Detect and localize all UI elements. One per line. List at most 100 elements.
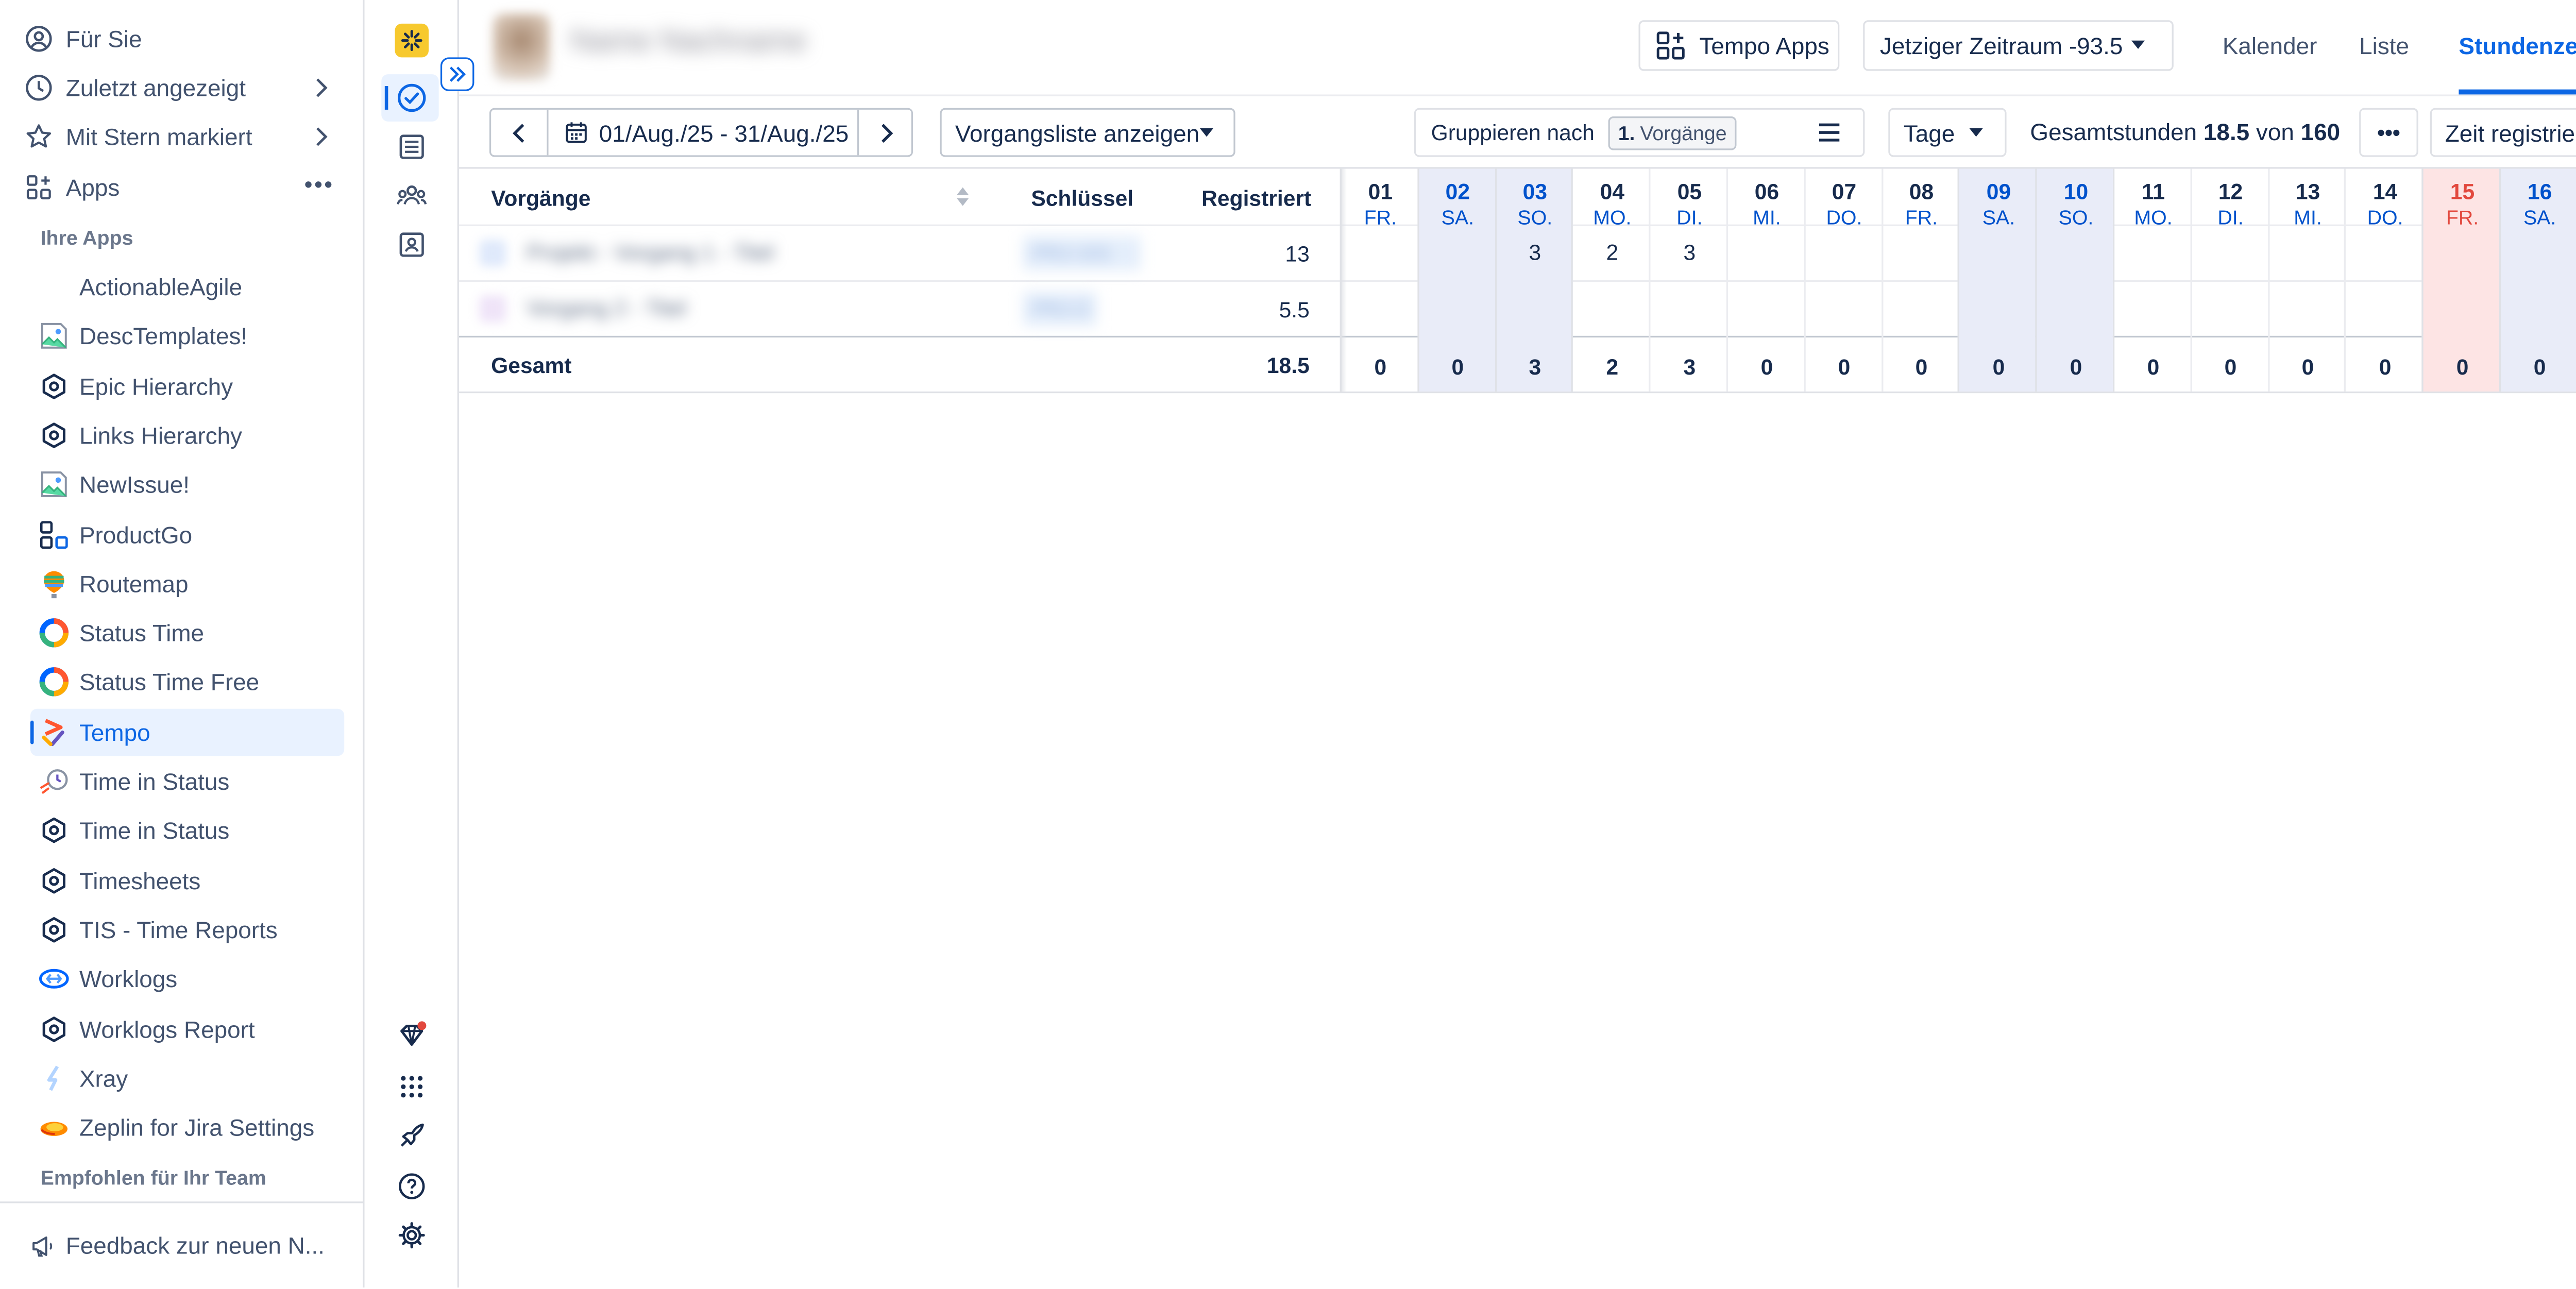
rocket-icon[interactable] (395, 1119, 429, 1153)
prev-period-button[interactable] (491, 109, 549, 156)
your-apps-heading: Ihre Apps (40, 226, 133, 250)
hexagon-icon (39, 865, 69, 895)
tab-list[interactable]: Liste (2359, 32, 2409, 59)
app-item[interactable]: Time in Status (30, 807, 344, 855)
table-row[interactable]: Vorgang 2 - Titel PRJ-2 5.5 (459, 282, 1343, 336)
period-dropdown[interactable]: Jetziger Zeitraum -93.5 (1863, 20, 2174, 71)
double-chevron-right-icon (447, 64, 467, 84)
issue-summary[interactable]: Vorgang 2 - Titel (527, 295, 686, 320)
issue-icon (479, 240, 506, 267)
app-item-label: ProductGo (79, 520, 193, 548)
app-item[interactable]: ActionableAgile (30, 263, 344, 311)
nav-apps[interactable]: Apps ••• (17, 164, 344, 211)
app-item[interactable]: Zeplin for Jira Settings (30, 1104, 344, 1151)
col-header-issues[interactable]: Vorgänge (491, 185, 590, 211)
day-name: FR. (2446, 206, 2479, 230)
app-item-label: ActionableAgile (79, 273, 243, 301)
tab-calendar[interactable]: Kalender (2223, 32, 2317, 59)
app-item[interactable]: DescTemplates! (30, 313, 344, 360)
day-total-value: 0 (2533, 354, 2546, 380)
app-item[interactable]: Routemap (30, 560, 344, 607)
day-column: 10 SO. 0 (2035, 168, 2113, 392)
app-switcher-icon[interactable] (395, 1070, 429, 1104)
total-hours-value: 18.5 (2203, 118, 2250, 145)
col-header-key[interactable]: Schlüssel (1031, 185, 1133, 211)
col-header-registered[interactable]: Registriert (1201, 185, 1311, 211)
view-select[interactable]: Vorgangsliste anzeigen (940, 108, 1235, 157)
app-item[interactable]: Epic Hierarchy (30, 362, 344, 410)
gem-icon[interactable] (395, 1019, 429, 1053)
group-by-control[interactable]: Gruppieren nach 1. Vorgänge (1414, 108, 1865, 157)
day-cell-value[interactable]: 3 (1496, 240, 1574, 265)
group-by-chip[interactable]: 1. Vorgänge (1608, 115, 1737, 149)
day-total-value: 0 (1992, 354, 2005, 380)
chevron-right-icon[interactable] (311, 76, 331, 99)
nav-starred[interactable]: Mit Stern markiert (17, 113, 344, 160)
day-number: 11 (2142, 179, 2165, 205)
issue-summary[interactable]: Projekt - Vorgang 1 - Titel (527, 240, 774, 265)
nav-for-you[interactable]: Für Sie (17, 15, 344, 62)
tempo-logo-icon[interactable] (395, 23, 429, 58)
app-item[interactable]: Links Hierarchy (30, 412, 344, 459)
day-column: 13 MI. 0 (2267, 168, 2345, 392)
day-cell-value[interactable]: 3 (1651, 240, 1728, 265)
help-icon[interactable] (395, 1169, 429, 1203)
unit-select[interactable]: Tage (1888, 108, 2007, 157)
contact-card-icon[interactable] (395, 228, 429, 262)
registered-value: 5.5 (1279, 297, 1310, 323)
table-row[interactable]: Projekt - Vorgang 1 - Titel PRJ-101 13 (459, 226, 1343, 280)
view-select-label: Vorgangsliste anzeigen (955, 118, 1200, 146)
tempo-apps-button[interactable]: Tempo Apps (1638, 20, 1840, 71)
day-column: 01 FR. 0 (1340, 168, 1418, 392)
app-item[interactable]: ProductGo (30, 511, 344, 558)
app-item-label: Zeplin for Jira Settings (79, 1114, 315, 1141)
tab-timesheet[interactable]: Stundenzettel (2459, 32, 2576, 59)
app-item[interactable]: Xray (30, 1055, 344, 1102)
day-total-value: 0 (2379, 354, 2392, 380)
more-options-icon[interactable]: ••• (304, 171, 334, 197)
day-name: MO. (1593, 206, 1632, 230)
issue-key[interactable]: PRJ-2 (1022, 292, 1097, 326)
app-item-label: TIS - Time Reports (79, 916, 278, 943)
register-time-label: Zeit registrieren (2445, 118, 2576, 146)
day-number: 09 (1986, 179, 2011, 205)
register-time-button[interactable]: Zeit registrieren (2430, 108, 2576, 157)
app-item[interactable]: Time in Status (30, 758, 344, 805)
app-item-label: Time in Status (79, 768, 230, 795)
feedback-button[interactable]: Feedback zur neuen N... (0, 1201, 365, 1287)
day-number: 01 (1368, 179, 1393, 205)
settings-gear-icon[interactable] (395, 1218, 429, 1252)
zeplin-icon (39, 1112, 69, 1143)
date-range-picker[interactable]: 01/Aug./25 - 31/Aug./25 (549, 110, 857, 155)
app-item[interactable]: NewIssue! (30, 461, 344, 508)
more-actions-button[interactable]: ••• (2359, 108, 2418, 157)
app-item[interactable]: Status Time Free (30, 659, 344, 706)
app-item[interactable]: Timesheets (30, 857, 344, 904)
menu-lines-icon[interactable] (1818, 122, 1841, 144)
app-item[interactable]: Worklogs Report (30, 1005, 344, 1053)
issue-key[interactable]: PRJ-101 (1022, 236, 1141, 270)
chevron-right-icon[interactable] (311, 125, 331, 148)
app-icon-placeholder (39, 272, 69, 302)
sort-icon[interactable] (957, 187, 969, 206)
list-icon[interactable] (395, 130, 429, 164)
day-column: 07 DO. 0 (1803, 168, 1882, 392)
day-number: 13 (2295, 179, 2320, 205)
app-item[interactable]: TIS - Time Reports (30, 906, 344, 954)
day-cell-value[interactable]: 2 (1573, 240, 1651, 265)
day-number: 15 (2450, 179, 2475, 205)
day-column: 06 MI. 0 (1726, 168, 1804, 392)
megaphone-icon (30, 1233, 56, 1258)
collapse-sidebar-button[interactable] (440, 57, 474, 91)
next-period-button[interactable] (857, 109, 911, 156)
app-item[interactable]: Tempo (30, 708, 345, 756)
team-icon[interactable] (395, 179, 429, 213)
day-number: 05 (1677, 179, 1702, 205)
hexagon-icon (39, 914, 69, 945)
timesheet-check-icon[interactable] (395, 81, 429, 115)
feedback-label: Feedback zur neuen N... (65, 1232, 325, 1259)
nav-recent[interactable]: Zuletzt angezeigt (17, 64, 344, 111)
app-item-label: NewIssue! (79, 471, 190, 498)
app-item[interactable]: Worklogs (30, 956, 344, 1003)
app-item[interactable]: Status Time (30, 609, 344, 657)
